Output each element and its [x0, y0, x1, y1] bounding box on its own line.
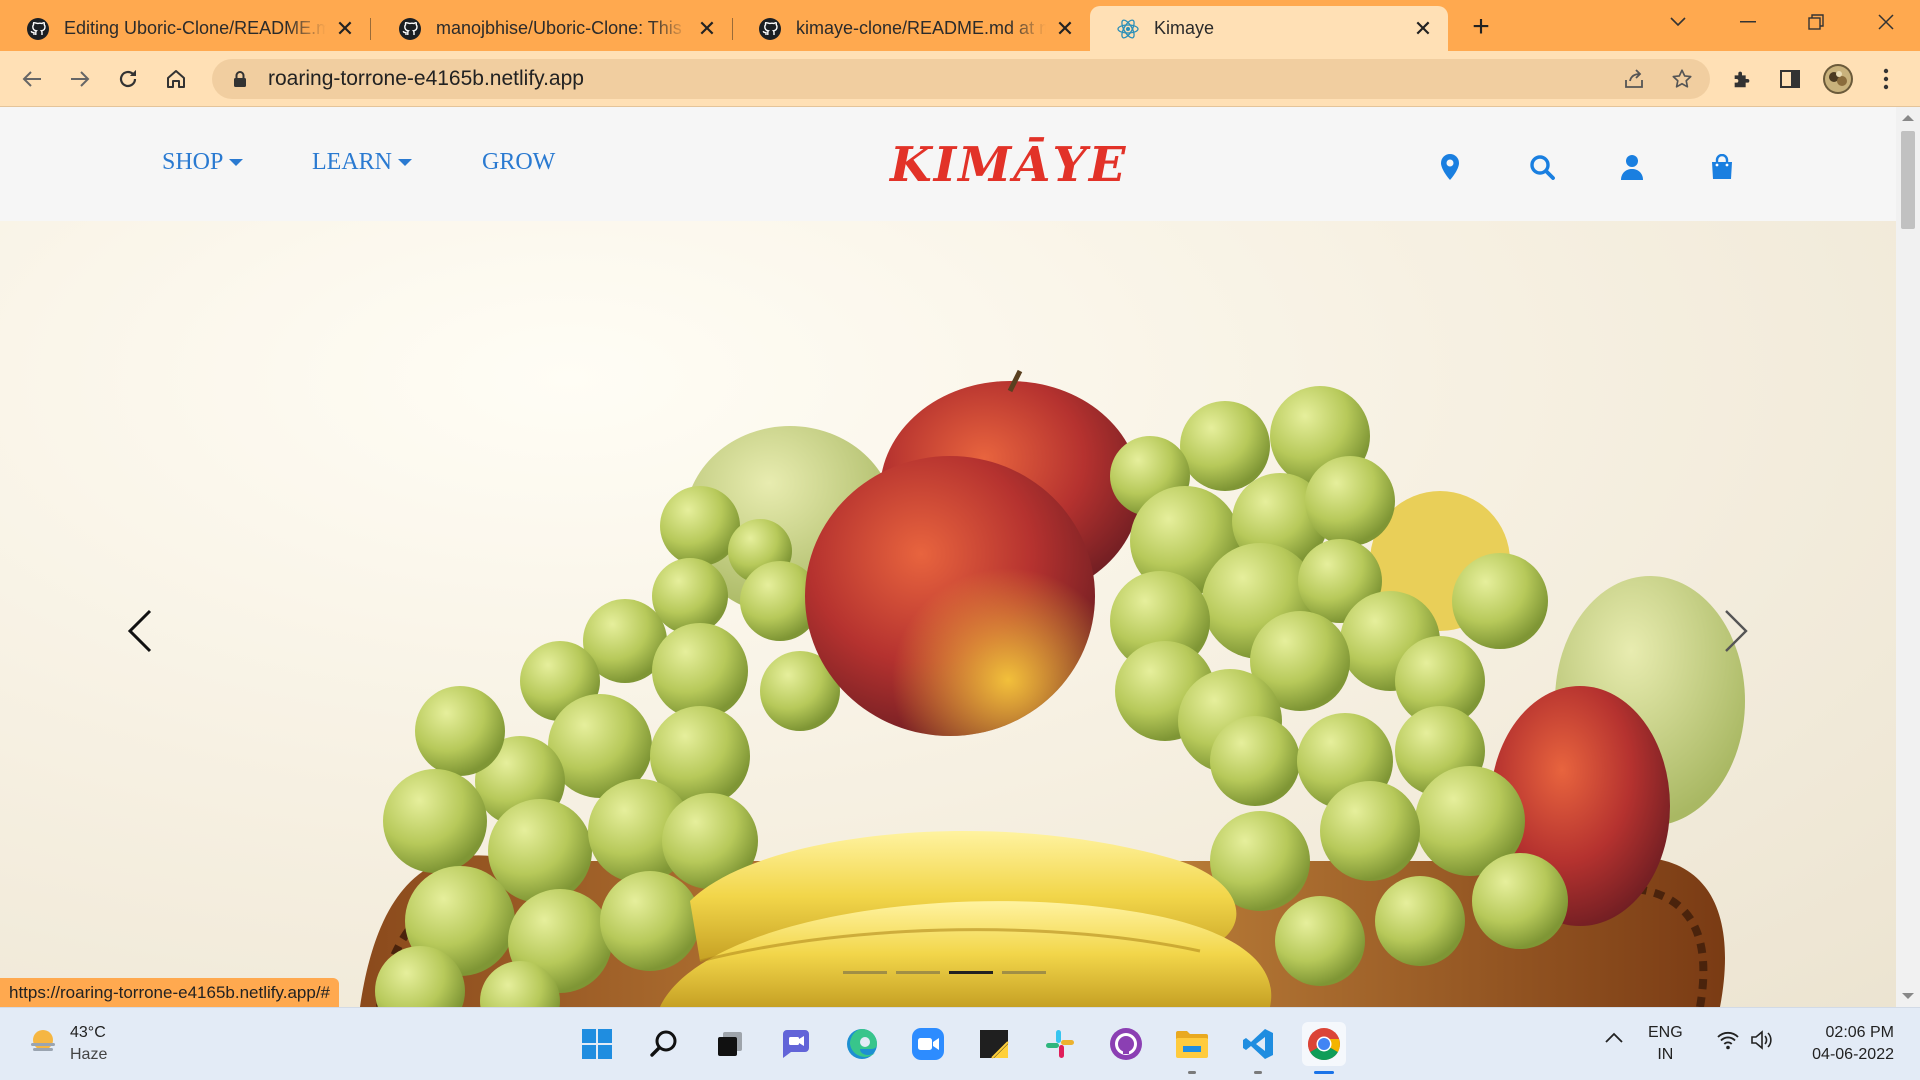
hero-carousel: [0, 221, 1896, 1007]
vscode-icon[interactable]: [1236, 1022, 1280, 1074]
home-button[interactable]: [158, 61, 194, 97]
edge-icon[interactable]: [840, 1022, 884, 1066]
reload-button[interactable]: [110, 61, 146, 97]
back-button[interactable]: [14, 61, 50, 97]
tab-editing-uboric-readme[interactable]: Editing Uboric-Clone/README.md at main ·…: [0, 6, 371, 51]
carousel-indicators: [843, 971, 1046, 974]
chat-icon[interactable]: [774, 1022, 818, 1066]
weather-condition: Haze: [70, 1046, 108, 1063]
page-viewport: SHOP LEARN GROW KIMĀYE: [0, 107, 1896, 1007]
side-panel-icon[interactable]: [1772, 61, 1808, 97]
tab-manojbhise-uboric-clone[interactable]: manojbhise/Uboric-Clone: This is a clone…: [372, 6, 733, 51]
user-icon[interactable]: [1616, 151, 1648, 183]
minimize-button[interactable]: [1718, 4, 1778, 40]
github-icon: [26, 17, 50, 41]
nav-learn[interactable]: LEARN: [312, 149, 412, 176]
nav-shop[interactable]: SHOP: [162, 149, 244, 176]
new-tab-button[interactable]: +: [1464, 10, 1498, 44]
search-icon[interactable]: [1526, 151, 1558, 183]
browser-menu-icon[interactable]: [1868, 61, 1904, 97]
weather-widget[interactable]: 43°C Haze: [28, 1022, 107, 1066]
tab-title: Editing Uboric-Clone/README.md at main ·…: [64, 18, 326, 38]
address-bar[interactable]: roaring-torrone-e4165b.netlify.app: [212, 59, 1710, 99]
language-code: ENG: [1648, 1024, 1683, 1041]
running-indicator: [1188, 1071, 1196, 1074]
carousel-next-arrow[interactable]: [1715, 601, 1755, 661]
tab-title: kimaye-clone/README.md at main: [796, 18, 1046, 38]
github-icon: [398, 17, 422, 41]
region-code: IN: [1657, 1046, 1674, 1063]
extensions-icon[interactable]: [1724, 61, 1760, 97]
tab-title: manojbhise/Uboric-Clone: This is a clone: [436, 18, 688, 38]
carousel-indicator[interactable]: [1002, 971, 1046, 974]
lock-icon[interactable]: [230, 70, 250, 88]
shopping-bag-icon[interactable]: [1706, 151, 1738, 183]
scroll-up-arrow[interactable]: [1902, 115, 1914, 121]
running-indicator: [1254, 1071, 1262, 1074]
show-hidden-icons-icon[interactable]: [1604, 1030, 1624, 1052]
close-window-button[interactable]: [1856, 4, 1916, 40]
browser-toolbar: roaring-torrone-e4165b.netlify.app: [0, 51, 1920, 107]
nav-grow-label: GROW: [482, 149, 556, 175]
fruit-basket-photo: [360, 369, 1745, 1007]
tab-kimaye-clone-readme[interactable]: kimaye-clone/README.md at main ✕: [732, 6, 1090, 51]
url-text: roaring-torrone-e4165b.netlify.app: [268, 67, 584, 90]
system-clock[interactable]: 02:06 PM 04-06-2022: [1794, 1022, 1894, 1066]
weather-temp: 43°C: [70, 1024, 106, 1041]
volume-icon[interactable]: [1750, 1030, 1774, 1057]
clock-date: 04-06-2022: [1812, 1046, 1894, 1063]
link-status-bubble: https://roaring-torrone-e4165b.netlify.a…: [0, 978, 339, 1007]
zoom-icon[interactable]: [906, 1022, 950, 1066]
chevron-down-icon: [398, 159, 412, 166]
scroll-down-arrow[interactable]: [1902, 993, 1914, 999]
bookmark-star-icon[interactable]: [1664, 61, 1700, 97]
close-tab-icon[interactable]: ✕: [334, 16, 356, 41]
carousel-prev-arrow[interactable]: [121, 601, 161, 661]
scrollbar-thumb[interactable]: [1901, 131, 1915, 229]
github-icon: [758, 17, 782, 41]
windows-taskbar: 43°C Haze ENG IN 02:06 PM 04-06-2022: [0, 1007, 1920, 1080]
restore-button[interactable]: [1786, 4, 1846, 40]
close-tab-icon[interactable]: ✕: [1412, 16, 1434, 41]
page-scrollbar[interactable]: [1896, 107, 1920, 1007]
haze-weather-icon: [28, 1028, 58, 1061]
active-indicator: [1314, 1071, 1334, 1074]
close-tab-icon[interactable]: ✕: [696, 16, 718, 41]
language-indicator[interactable]: ENG IN: [1648, 1022, 1683, 1066]
browser-tab-strip: Editing Uboric-Clone/README.md at main ·…: [0, 0, 1920, 51]
share-icon[interactable]: [1616, 61, 1652, 97]
profile-avatar[interactable]: [1820, 61, 1856, 97]
carousel-indicator[interactable]: [896, 971, 940, 974]
nav-grow[interactable]: GROW: [482, 149, 555, 176]
chrome-icon[interactable]: [1302, 1022, 1346, 1074]
wifi-icon[interactable]: [1716, 1030, 1740, 1057]
close-tab-icon[interactable]: ✕: [1054, 16, 1076, 41]
carousel-indicator[interactable]: [843, 971, 887, 974]
tab-title: Kimaye: [1154, 18, 1215, 38]
site-header: SHOP LEARN GROW KIMĀYE: [0, 107, 1896, 221]
file-explorer-icon[interactable]: [1170, 1022, 1214, 1074]
tab-search-icon[interactable]: [1648, 4, 1708, 40]
clock-time: 02:06 PM: [1825, 1024, 1894, 1041]
start-icon[interactable]: [575, 1022, 619, 1066]
carousel-indicator-active[interactable]: [949, 971, 993, 974]
sticky-notes-icon[interactable]: [972, 1022, 1016, 1066]
nav-learn-label: LEARN: [312, 149, 392, 175]
tab-kimaye[interactable]: Kimaye ✕: [1090, 6, 1448, 51]
slack-icon[interactable]: [1038, 1022, 1082, 1066]
location-icon[interactable]: [1434, 151, 1466, 183]
github-desktop-icon[interactable]: [1104, 1022, 1148, 1066]
chevron-down-icon: [229, 159, 244, 166]
nav-shop-label: SHOP: [162, 149, 224, 175]
forward-button[interactable]: [62, 61, 98, 97]
kimaye-logo[interactable]: KIMĀYE: [890, 137, 1127, 193]
task-view-icon[interactable]: [708, 1022, 752, 1066]
react-icon: [1116, 17, 1140, 41]
search-icon[interactable]: [642, 1022, 686, 1066]
